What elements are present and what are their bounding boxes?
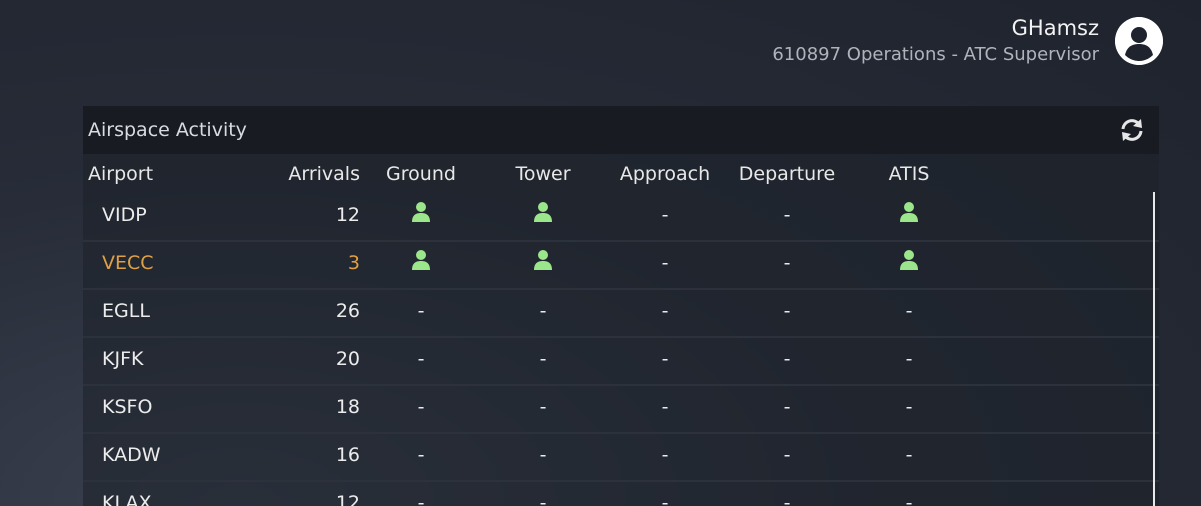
arrivals-count: 3 [347, 252, 360, 274]
approach-status: - [661, 300, 669, 322]
tower-status: - [539, 300, 547, 322]
tower-status: - [539, 348, 547, 370]
arrivals-count: 12 [335, 492, 360, 506]
arrivals-count: 20 [335, 348, 360, 370]
refresh-icon[interactable] [1119, 117, 1145, 143]
user-name: GHamsz [1011, 16, 1099, 40]
tower-status: - [539, 444, 547, 466]
tower-online-icon [533, 201, 553, 228]
column-arrivals[interactable]: Arrivals [288, 163, 360, 185]
airport-code: KADW [102, 444, 161, 466]
atis-status: - [905, 492, 913, 506]
user-icon [899, 249, 919, 271]
ground-online-icon [411, 201, 431, 228]
arrivals-count: 16 [335, 444, 360, 466]
airport-code: EGLL [102, 300, 150, 322]
user-icon [533, 249, 553, 271]
ground-status: - [417, 444, 425, 466]
user-circle-icon[interactable] [1115, 17, 1163, 65]
ground-status: - [417, 348, 425, 370]
table-row[interactable]: KSFO 18 - - - - - [83, 386, 1159, 434]
ground-status: - [417, 300, 425, 322]
approach-status: - [661, 492, 669, 506]
departure-status: - [783, 300, 791, 322]
approach-status: - [661, 252, 669, 274]
departure-status: - [783, 252, 791, 274]
user-icon [411, 201, 431, 223]
atis-status: - [905, 444, 913, 466]
ground-status: - [417, 492, 425, 506]
airport-code: VIDP [102, 204, 147, 226]
table-row[interactable]: KLAX 12 - - - - - [83, 482, 1159, 506]
approach-status: - [661, 348, 669, 370]
arrivals-count: 26 [335, 300, 360, 322]
panel-title: Airspace Activity [88, 119, 247, 141]
atis-status: - [905, 396, 913, 418]
atis-online-icon [899, 249, 919, 276]
user-block: GHamsz 610897 Operations - ATC Superviso… [772, 14, 1163, 68]
tower-status: - [539, 492, 547, 506]
table-row[interactable]: KADW 16 - - - - - [83, 434, 1159, 482]
tower-status: - [539, 396, 547, 418]
departure-status: - [783, 492, 791, 506]
approach-status: - [661, 204, 669, 226]
departure-status: - [783, 348, 791, 370]
atis-status: - [905, 348, 913, 370]
approach-status: - [661, 444, 669, 466]
table-header: Airport Arrivals Ground Tower Approach D… [83, 154, 1159, 194]
ground-online-icon [411, 249, 431, 276]
atis-online-icon [899, 201, 919, 228]
column-tower[interactable]: Tower [515, 163, 570, 185]
column-departure[interactable]: Departure [739, 163, 835, 185]
airport-code: KLAX [102, 492, 152, 506]
column-ground[interactable]: Ground [386, 163, 456, 185]
column-approach[interactable]: Approach [620, 163, 710, 185]
table-row[interactable]: KJFK 20 - - - - - [83, 338, 1159, 386]
airport-code: KSFO [102, 396, 153, 418]
departure-status: - [783, 204, 791, 226]
airport-code: KJFK [102, 348, 144, 370]
tower-online-icon [533, 249, 553, 276]
departure-status: - [783, 396, 791, 418]
airport-rows: VIDP 12- - VECC 3- - EGLL 26- - - - - KJFK 20- - - - - KSF… [83, 194, 1159, 506]
user-info: GHamsz 610897 Operations - ATC Superviso… [772, 14, 1099, 68]
table-row[interactable]: EGLL 26 - - - - - [83, 290, 1159, 338]
departure-status: - [783, 444, 791, 466]
scrollbar[interactable] [1153, 192, 1155, 506]
user-role: 610897 Operations - ATC Supervisor [772, 44, 1099, 65]
user-icon [899, 201, 919, 223]
arrivals-count: 12 [335, 204, 360, 226]
table-row[interactable]: VECC 3 - - [83, 242, 1159, 290]
user-icon [411, 249, 431, 271]
arrivals-count: 18 [335, 396, 360, 418]
airspace-activity-panel: Airspace Activity Airport Arrivals Groun… [83, 106, 1159, 506]
airport-code: VECC [102, 252, 154, 274]
table-row[interactable]: VIDP 12 - - [83, 194, 1159, 242]
atis-status: - [905, 300, 913, 322]
user-icon [533, 201, 553, 223]
panel-header: Airspace Activity [83, 106, 1159, 154]
column-atis[interactable]: ATIS [889, 163, 930, 185]
approach-status: - [661, 396, 669, 418]
column-airport[interactable]: Airport [88, 163, 153, 185]
ground-status: - [417, 396, 425, 418]
